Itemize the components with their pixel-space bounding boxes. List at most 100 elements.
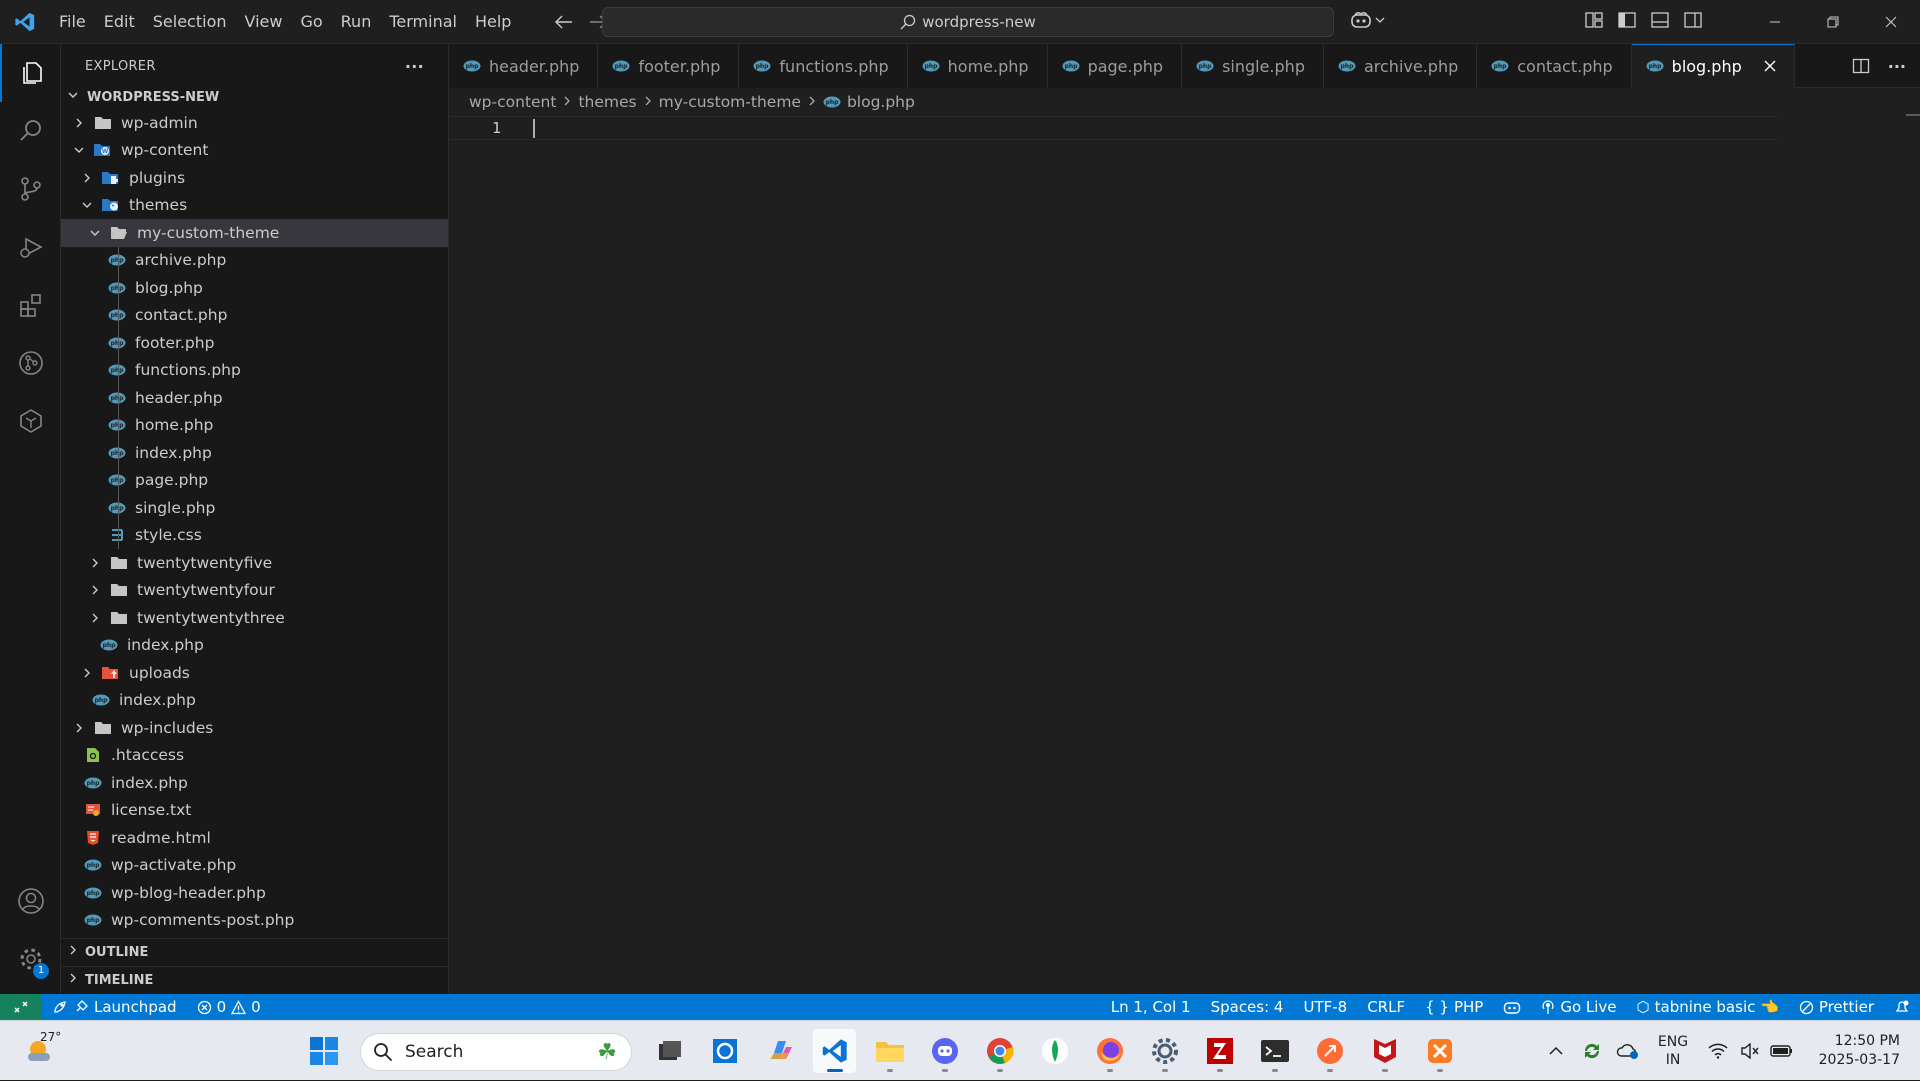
close-window-button[interactable]: [1862, 0, 1920, 44]
chevron-right-icon[interactable]: [87, 582, 103, 598]
menu-terminal[interactable]: Terminal: [380, 7, 466, 37]
tree-item[interactable]: my-custom-theme: [61, 219, 448, 247]
breadcrumb-item[interactable]: themes: [578, 93, 636, 111]
chevron-right-icon[interactable]: [71, 115, 87, 131]
timeline-section[interactable]: TIMELINE: [61, 966, 449, 993]
tree-item[interactable]: themes: [61, 192, 448, 220]
menu-file[interactable]: File: [50, 7, 95, 37]
tree-item[interactable]: Wwp-content: [61, 137, 448, 165]
tabnine-status[interactable]: ⬡ tabnine basic 👈: [1627, 994, 1789, 1020]
chevron-right-icon[interactable]: [79, 665, 95, 681]
copilot-status[interactable]: [1493, 994, 1531, 1020]
encoding[interactable]: UTF-8: [1293, 994, 1357, 1020]
copilot-app-icon[interactable]: [758, 1029, 801, 1073]
input-language[interactable]: ENG IN: [1646, 1033, 1700, 1069]
wifi-icon[interactable]: [1700, 1043, 1736, 1059]
code-line[interactable]: 1: [449, 116, 1779, 140]
accounts-icon[interactable]: [0, 872, 61, 930]
start-button[interactable]: [308, 1035, 340, 1071]
tree-item[interactable]: php footer.php: [61, 329, 448, 357]
mongodb-compass-icon[interactable]: [1033, 1029, 1076, 1073]
chevron-right-icon[interactable]: [71, 720, 87, 736]
chrome-icon[interactable]: [978, 1029, 1021, 1073]
terminal-icon[interactable]: [1253, 1029, 1296, 1073]
cursor-position[interactable]: Ln 1, Col 1: [1101, 994, 1201, 1020]
chevron-up-icon[interactable]: [1538, 1046, 1574, 1056]
toggle-secondary-sidebar-icon[interactable]: [1683, 10, 1703, 30]
language-mode[interactable]: { } PHP: [1415, 994, 1493, 1020]
tab-single-php[interactable]: php single.php: [1182, 44, 1324, 88]
tree-item[interactable]: php blog.php: [61, 274, 448, 302]
tree-item[interactable]: twentytwentyfour: [61, 577, 448, 605]
tree-item[interactable]: php index.php: [61, 439, 448, 467]
gitlens-icon[interactable]: [0, 334, 61, 392]
firefox-icon[interactable]: [1088, 1029, 1131, 1073]
menu-view[interactable]: View: [236, 7, 292, 37]
tree-item[interactable]: uploads: [61, 659, 448, 687]
tab-archive-php[interactable]: php archive.php: [1323, 44, 1478, 88]
tree-item[interactable]: license.txt: [61, 797, 448, 825]
chevron-down-icon[interactable]: [87, 225, 103, 241]
filezilla-icon[interactable]: [1198, 1029, 1241, 1073]
tree-item[interactable]: twentytwentyfive: [61, 549, 448, 577]
restore-button[interactable]: [1804, 0, 1862, 44]
back-arrow-icon[interactable]: [554, 12, 574, 32]
tree-item[interactable]: php home.php: [61, 411, 448, 439]
prettier-status[interactable]: Prettier: [1789, 994, 1884, 1020]
manage-gear-icon[interactable]: 1: [0, 930, 61, 988]
tree-item[interactable]: php functions.php: [61, 356, 448, 384]
tree-item[interactable]: php wp-comments-post.php: [61, 907, 448, 935]
menu-selection[interactable]: Selection: [144, 7, 236, 37]
search-icon[interactable]: [0, 102, 61, 160]
settings-app-icon[interactable]: [1143, 1029, 1186, 1073]
remote-indicator[interactable]: [0, 994, 42, 1020]
tab-home-php[interactable]: php home.php: [907, 44, 1048, 88]
tree-item[interactable]: readme.html: [61, 824, 448, 852]
taskbar-search[interactable]: Search ☘: [360, 1033, 632, 1071]
remote-explorer-icon[interactable]: [0, 392, 61, 450]
xampp-icon[interactable]: [1418, 1029, 1461, 1073]
chevron-right-icon[interactable]: [87, 555, 103, 571]
task-view-icon[interactable]: [648, 1029, 691, 1073]
breadcrumb-item[interactable]: blog.php: [847, 93, 915, 111]
tree-item[interactable]: php index.php: [61, 632, 448, 660]
customize-layout-icon[interactable]: [1584, 10, 1604, 30]
chevron-down-icon[interactable]: [79, 197, 95, 213]
menu-go[interactable]: Go: [291, 7, 331, 37]
tree-item[interactable]: wp-admin: [61, 109, 448, 137]
file-explorer-icon[interactable]: [868, 1029, 911, 1073]
menu-help[interactable]: Help: [466, 7, 520, 37]
sync-icon[interactable]: [1574, 1040, 1610, 1062]
battery-icon[interactable]: [1764, 1043, 1800, 1059]
tree-item[interactable]: php single.php: [61, 494, 448, 522]
chevron-down-icon[interactable]: [71, 142, 87, 158]
notifications-button[interactable]: [1884, 994, 1920, 1020]
tree-item[interactable]: php index.php: [61, 687, 448, 715]
close-tab-icon[interactable]: [1764, 60, 1776, 72]
more-actions-icon[interactable]: ···: [1888, 57, 1906, 76]
postman-icon[interactable]: [1308, 1029, 1351, 1073]
go-live-button[interactable]: Go Live: [1531, 994, 1626, 1020]
copilot-button[interactable]: [1350, 10, 1385, 30]
tree-item[interactable]: php page.php: [61, 466, 448, 494]
cortana-icon[interactable]: [703, 1029, 746, 1073]
tree-item[interactable]: wp-includes: [61, 714, 448, 742]
command-center-search[interactable]: wordpress-new: [602, 7, 1334, 37]
clock[interactable]: 12:50 PM 2025-03-17: [1800, 1032, 1920, 1070]
toggle-primary-sidebar-icon[interactable]: [1617, 10, 1637, 30]
tree-item[interactable]: style.css: [61, 521, 448, 549]
workspace-root[interactable]: WORDPRESS-NEW: [61, 85, 448, 109]
tree-item[interactable]: plugins: [61, 164, 448, 192]
indentation[interactable]: Spaces: 4: [1201, 994, 1294, 1020]
end-of-line[interactable]: CRLF: [1357, 994, 1415, 1020]
tab-page-php[interactable]: php page.php: [1047, 44, 1183, 88]
tab-blog-php[interactable]: php blog.php: [1631, 44, 1795, 88]
tree-item[interactable]: php contact.php: [61, 301, 448, 329]
launchpad-button[interactable]: Launchpad: [42, 994, 187, 1020]
breadcrumb-item[interactable]: wp-content: [469, 93, 556, 111]
mcafee-icon[interactable]: [1363, 1029, 1406, 1073]
tree-item[interactable]: php wp-blog-header.php: [61, 879, 448, 907]
menu-edit[interactable]: Edit: [95, 7, 144, 37]
tree-item[interactable]: twentytwentythree: [61, 604, 448, 632]
tab-contact-php[interactable]: php contact.php: [1477, 44, 1632, 88]
